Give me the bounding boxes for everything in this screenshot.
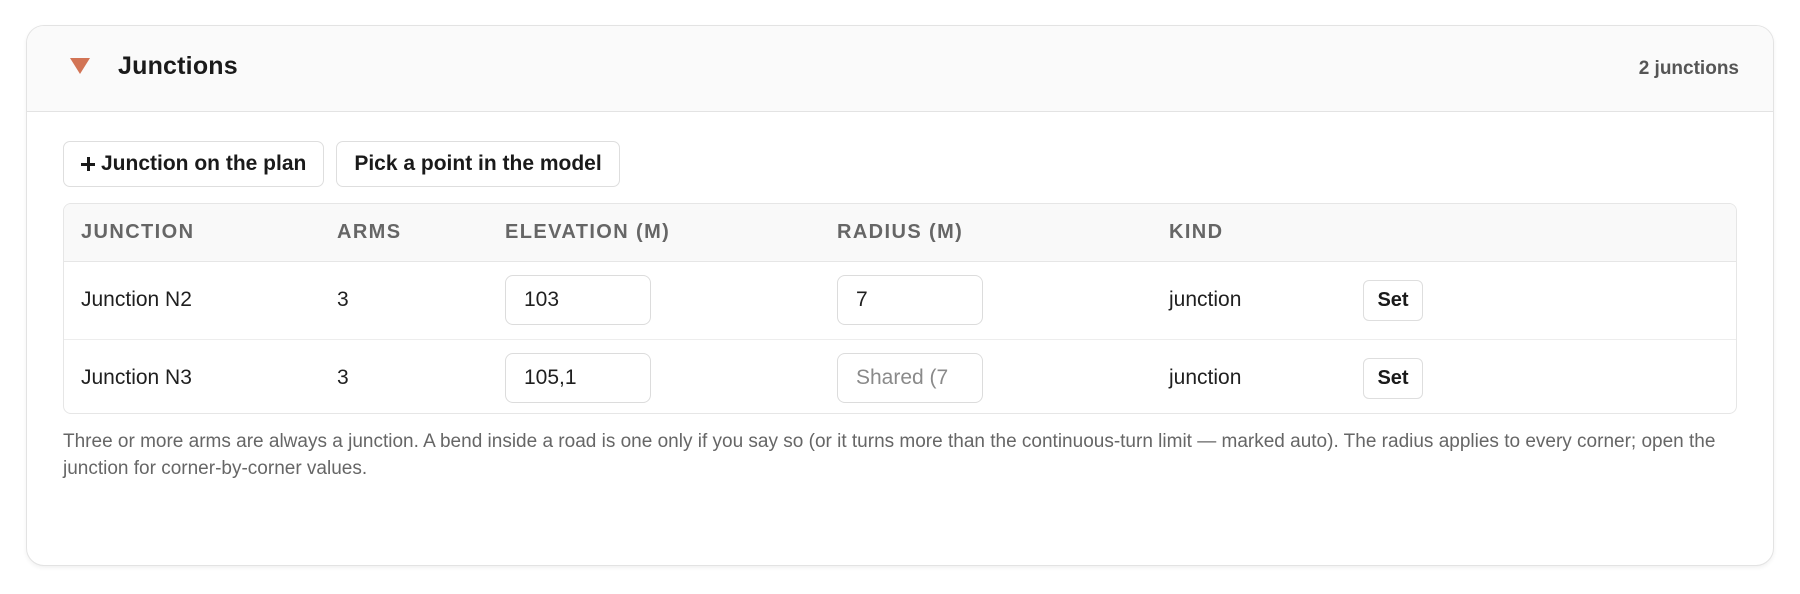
elevation-input[interactable] [505, 275, 651, 325]
help-text: Three or more arms are always a junction… [63, 431, 1716, 479]
junctions-table: JUNCTION ARMS ELEVATION (M) RADIUS (M) K… [63, 203, 1737, 414]
radius-input[interactable] [837, 275, 983, 325]
panel-title: Junctions [118, 52, 238, 80]
junctions-panel: Junctions 2 junctions Junction on the pl… [26, 25, 1774, 566]
junction-kind: junction [1169, 288, 1242, 311]
junction-kind: junction [1169, 366, 1242, 389]
add-junction-button[interactable]: Junction on the plan [63, 141, 325, 187]
arms-count: 3 [337, 288, 349, 311]
add-junction-label: Junction on the plan [101, 152, 307, 175]
plus-icon [81, 157, 95, 171]
header-kind: KIND [1169, 221, 1224, 243]
elevation-input[interactable] [505, 353, 651, 403]
junction-name: Junction N3 [81, 366, 192, 389]
header-junction: JUNCTION [81, 221, 195, 243]
junction-count: 2 junctions [1638, 58, 1739, 79]
header-elevation: ELEVATION (M) [505, 221, 671, 243]
pick-point-button[interactable]: Pick a point in the model [336, 141, 620, 187]
radius-input[interactable] [837, 353, 983, 403]
table-row: Junction N2 3 junction Set [64, 262, 1736, 340]
header-radius: RADIUS (M) [837, 221, 964, 243]
toolbar: Junction on the plan Pick a point in the… [63, 141, 620, 187]
collapse-caret-icon[interactable] [70, 58, 90, 74]
table-row: Junction N3 3 junction Set [64, 340, 1736, 413]
arms-count: 3 [337, 366, 349, 389]
junction-name: Junction N2 [81, 288, 192, 311]
panel-header[interactable]: Junctions 2 junctions [27, 26, 1773, 112]
set-button[interactable]: Set [1363, 358, 1423, 399]
set-button[interactable]: Set [1363, 280, 1423, 321]
table-header: JUNCTION ARMS ELEVATION (M) RADIUS (M) K… [64, 204, 1736, 262]
header-arms: ARMS [337, 221, 402, 243]
